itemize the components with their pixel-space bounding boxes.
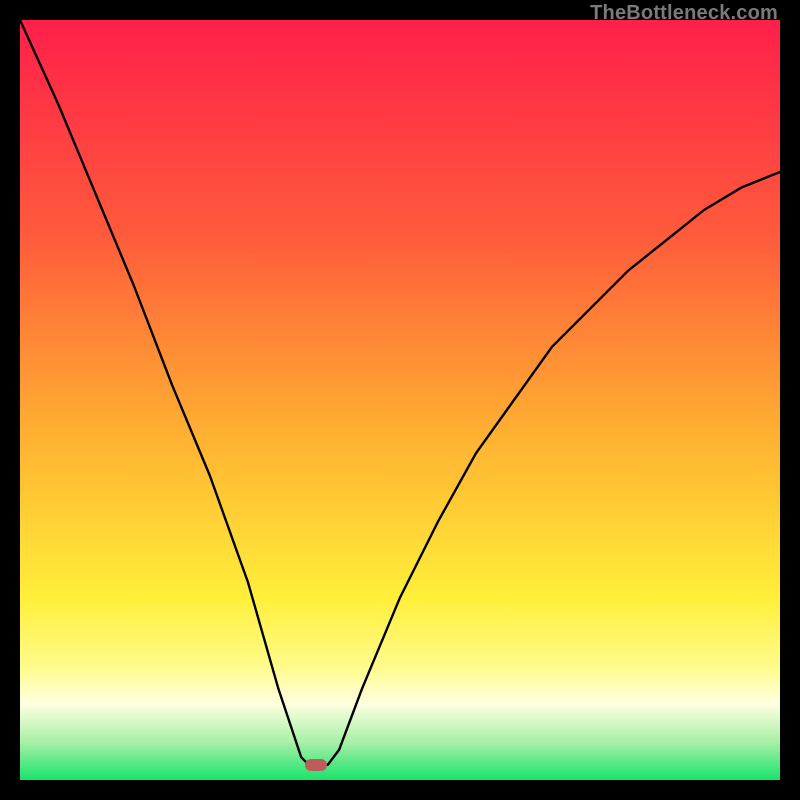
attribution-text: TheBottleneck.com: [590, 2, 778, 25]
bottleneck-curve: [20, 20, 780, 780]
plot-area: [20, 20, 780, 780]
optimum-marker: [305, 759, 327, 771]
chart-frame: TheBottleneck.com: [0, 0, 800, 800]
curve-path: [20, 20, 780, 765]
